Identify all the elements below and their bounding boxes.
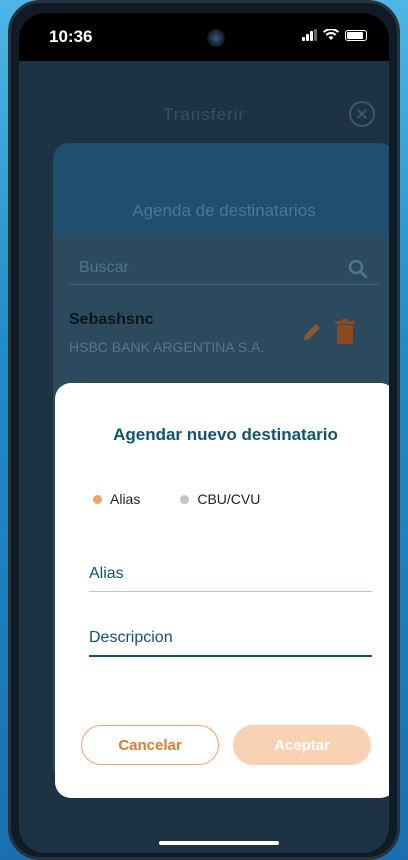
address-book-header: Agenda de destinatarios [53, 143, 389, 235]
page-title: Transferir [162, 105, 246, 124]
page-header: Transferir [19, 61, 389, 151]
description-field-wrapper [89, 621, 372, 657]
radio-selected-icon [93, 494, 102, 504]
contact-bank: HSBC BANK ARGENTINA S.A. [69, 339, 265, 355]
radio-alias-label: Alias [110, 491, 141, 507]
battery-icon [345, 29, 367, 41]
close-icon[interactable] [349, 101, 375, 127]
home-indicator[interactable] [159, 841, 279, 845]
recipient-type-radio-group: Alias CBU/CVU [93, 491, 260, 507]
edit-icon[interactable] [301, 321, 323, 343]
contact-name: Sebashsnc [69, 311, 154, 328]
search-bar[interactable]: Buscar [69, 253, 379, 285]
signal-icon [302, 29, 317, 41]
status-time: 10:36 [49, 27, 93, 46]
description-field[interactable] [89, 621, 372, 655]
alias-field-wrapper [89, 557, 372, 592]
trash-icon[interactable] [335, 319, 355, 345]
new-recipient-dialog: Agendar nuevo destinatario Alias CBU/CVU… [55, 383, 389, 798]
search-icon[interactable] [347, 258, 369, 280]
radio-alias[interactable]: Alias [93, 491, 140, 507]
camera-icon [207, 29, 225, 47]
alias-field[interactable] [89, 557, 372, 591]
phone-frame: 10:36 Transferir Agenda de destinatarios [8, 0, 400, 860]
accept-button[interactable]: Aceptar [233, 725, 371, 765]
radio-cbu-cvu[interactable]: CBU/CVU [180, 491, 260, 507]
radio-unselected-icon [180, 494, 190, 504]
radio-cbu-label: CBU/CVU [197, 491, 261, 507]
list-item[interactable]: Sebashsnc HSBC BANK ARGENTINA S.A. [69, 311, 379, 355]
app-screen: 10:36 Transferir Agenda de destinatarios [19, 13, 389, 853]
status-icons [302, 29, 367, 41]
address-book-title: Agenda de destinatarios [132, 201, 316, 220]
wifi-icon [323, 29, 339, 41]
cancel-button[interactable]: Cancelar [81, 725, 219, 765]
status-bar: 10:36 [19, 13, 389, 61]
dialog-title: Agendar nuevo destinatario [113, 425, 338, 444]
search-input[interactable]: Buscar [79, 259, 129, 277]
